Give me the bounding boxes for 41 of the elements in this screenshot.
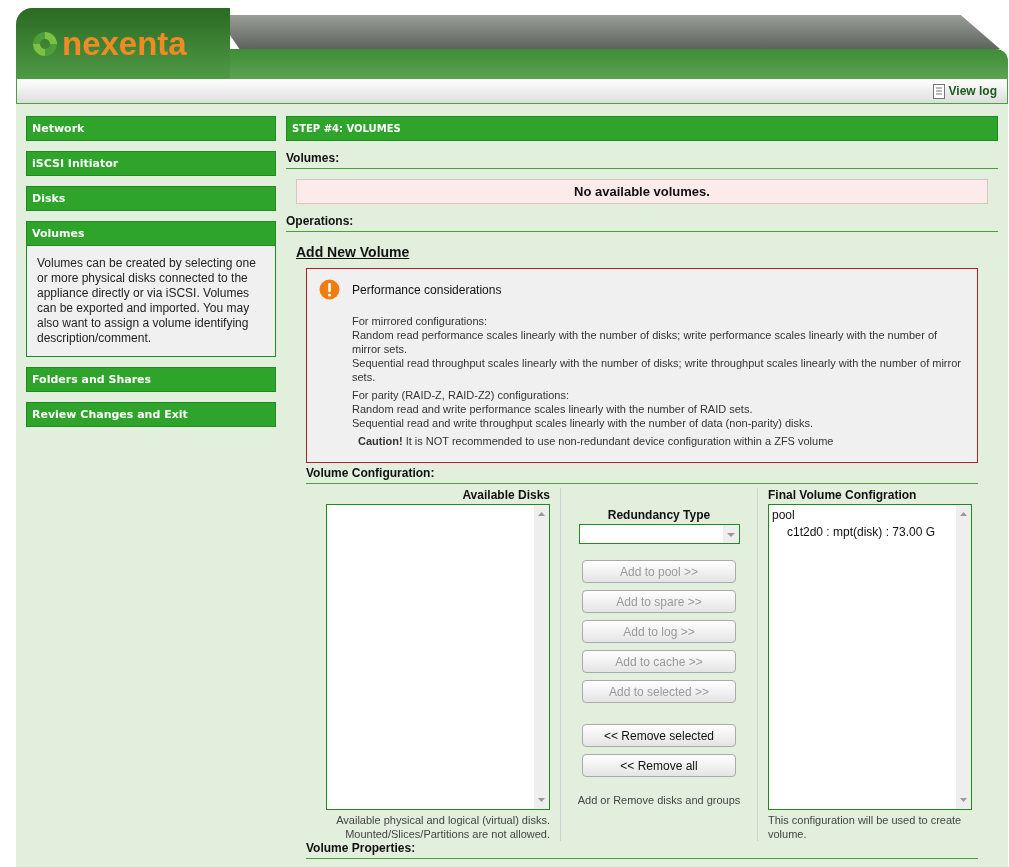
tree-item[interactable]: c1t2d0 : mpt(disk) : 73.00 G <box>772 524 953 541</box>
section-label: Volume Properties: <box>306 841 978 859</box>
alert-text: Sequential read throughput scales linearly with the number of disks; write throughput scales linearly with the number of mirror sets. <box>352 356 962 384</box>
tree-item[interactable]: pool <box>772 507 953 524</box>
alert-text: Random read performance scales linearly with the number of disks; write performance scales linearly with the number of mirror sets. <box>352 328 939 356</box>
sidebar-item[interactable]: iSCSI Initiator <box>26 151 276 176</box>
alert-text: Random read and write performance scales linearly with the number of RAID sets. <box>352 402 754 416</box>
list-heading: Available Disks <box>461 488 550 502</box>
document-icon <box>932 83 945 99</box>
add-volume-title: Add New Volume <box>296 244 411 260</box>
action-button[interactable]: << Remove selected <box>582 724 736 747</box>
scrollbar[interactable] <box>534 505 549 809</box>
section-label: Operations: <box>286 204 998 232</box>
scrollbar[interactable] <box>956 505 971 809</box>
logo-text: nexenta <box>62 24 187 63</box>
section-label: Volumes: <box>286 141 998 169</box>
sidebar-item[interactable]: Disks <box>26 186 276 211</box>
step-title: STEP #4: VOLUMES <box>286 116 998 141</box>
alert-title: Performance considerations <box>352 282 502 297</box>
alert-text: Sequential read and write throughput scales linearly with the number of data (non-parity) disks. <box>352 416 815 430</box>
redundancy-select[interactable] <box>578 524 740 544</box>
list-hint: This configuration will be used to create volume. <box>768 813 963 841</box>
section-label: Volume Configuration: <box>306 463 978 484</box>
sidebar-description: Volumes can be created by selecting one or more physical disks connected to the appliance directly or via iSCSI. Volumes can be exported and imported. You may also want to assign a volume identifying description/comment. <box>26 246 276 357</box>
empty-notice: No available volumes. <box>296 179 988 204</box>
select-label: Redundancy Type <box>607 508 711 522</box>
view-log-link[interactable]: View log <box>948 84 997 98</box>
sidebar-item[interactable]: Folders and Shares <box>26 367 276 392</box>
buttons-hint: Add or Remove disks and groups <box>577 793 741 807</box>
caution-text: Caution! It is NOT recommended to use non-redundant device configuration within a ZFS volume <box>357 435 834 447</box>
sidebar-item[interactable]: Network <box>26 116 276 141</box>
warning-icon <box>319 279 340 300</box>
list-hint: Available physical and logical (virtual) disks. Mounted/Slices/Partitions are not allowed. <box>335 813 550 841</box>
alert-text: For mirrored configurations: <box>352 314 489 328</box>
action-button[interactable]: << Remove all <box>582 754 736 777</box>
sidebar-item[interactable]: Volumes <box>26 221 276 246</box>
final-config-list[interactable]: pool c1t2d0 : mpt(disk) : 73.00 G <box>768 504 972 810</box>
available-disks-list[interactable] <box>326 504 550 810</box>
alert-text: For parity (RAID-Z, RAID-Z2) configurations: <box>352 388 570 402</box>
list-heading: Final Volume Configration <box>768 488 918 502</box>
sidebar-item[interactable]: Review Changes and Exit <box>26 402 276 427</box>
